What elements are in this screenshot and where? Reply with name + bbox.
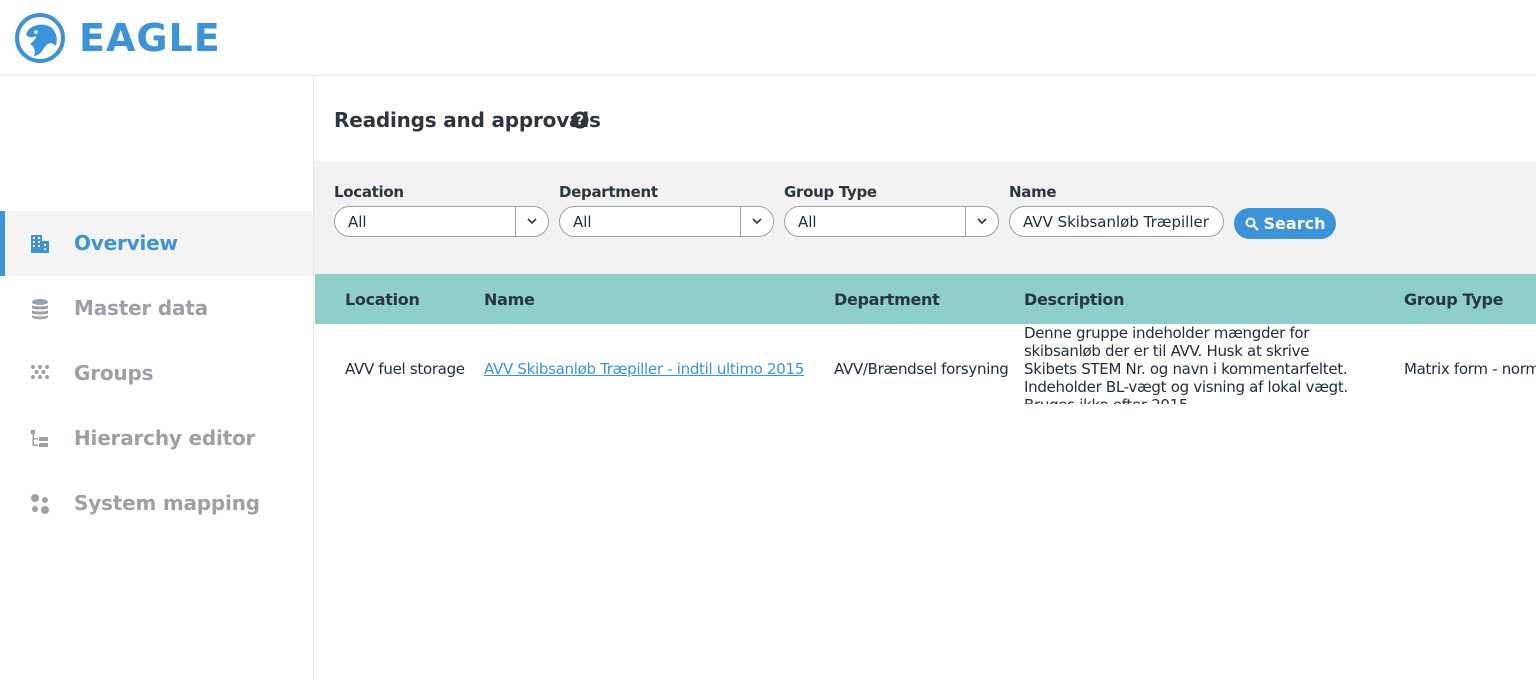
hierarchy-icon <box>31 430 48 447</box>
sidebar-item-overview[interactable]: Overview <box>0 211 313 276</box>
location-select-value: All <box>348 213 367 231</box>
results-table-container: Location Name Department Description Gro… <box>315 274 1536 404</box>
group-type-label: Group Type <box>784 183 877 201</box>
nodes-icon <box>31 494 49 514</box>
select-divider <box>740 207 741 236</box>
table-header-row: Location Name Department Description Gro… <box>315 274 1536 324</box>
department-select[interactable]: All <box>559 206 774 237</box>
cell-location: AVV fuel storage <box>345 360 465 378</box>
results-table: Location Name Department Description Gro… <box>315 274 1536 404</box>
column-header-name[interactable]: Name <box>454 274 804 324</box>
sidebar: Overview Master data Groups Hierarchy ed… <box>0 76 314 680</box>
cell-department: AVV/Brændsel forsyning <box>834 360 1009 378</box>
question-circle-icon[interactable]: ? <box>571 111 589 129</box>
cell-group-type: Matrix form - norm <box>1404 360 1536 378</box>
sidebar-item-label: Master data <box>74 296 208 320</box>
column-header-description[interactable]: Description <box>994 274 1374 324</box>
location-filter: Location All <box>334 183 549 237</box>
select-divider <box>515 207 516 236</box>
column-header-location[interactable]: Location <box>315 274 454 324</box>
group-type-select[interactable]: All <box>784 206 999 237</box>
sidebar-item-groups[interactable]: Groups <box>0 341 313 406</box>
location-select[interactable]: All <box>334 206 549 237</box>
department-label: Department <box>559 183 658 201</box>
group-type-filter: Group Type All <box>784 183 999 237</box>
search-button-label: Search <box>1263 214 1326 233</box>
department-select-value: All <box>573 213 592 231</box>
sidebar-item-hierarchy-editor[interactable]: Hierarchy editor <box>0 406 313 471</box>
sidebar-item-system-mapping[interactable]: System mapping <box>0 471 313 536</box>
page-title: Readings and approvals <box>334 108 601 132</box>
sidebar-item-label: Hierarchy editor <box>74 426 256 450</box>
building-icon <box>31 235 49 253</box>
svg-text:?: ? <box>576 114 584 129</box>
group-type-select-value: All <box>798 213 817 231</box>
search-button[interactable]: Search <box>1234 208 1336 239</box>
name-label: Name <box>1009 183 1057 201</box>
name-filter: Name <box>1009 183 1224 237</box>
database-icon <box>32 299 48 320</box>
column-header-group-type[interactable]: Group Type <box>1374 274 1536 324</box>
column-header-department[interactable]: Department <box>804 274 994 324</box>
logo-text: EAGLE <box>79 16 221 60</box>
sidebar-item-label: Overview <box>74 231 178 255</box>
filter-panel: Location All Department All Group Type A… <box>314 161 1536 274</box>
sidebar-item-label: System mapping <box>74 491 260 515</box>
search-icon <box>1245 217 1259 231</box>
logo[interactable]: EAGLE <box>14 12 221 64</box>
select-divider <box>965 207 966 236</box>
dots-grid-icon <box>31 365 49 379</box>
cell-description: Denne gruppe indeholder mængder for skib… <box>1024 324 1348 404</box>
main-content: Readings and approvals ? Location All De… <box>314 76 1536 680</box>
sidebar-item-master-data[interactable]: Master data <box>0 276 313 341</box>
table-row: AVV fuel storage AVV Skibsanløb Træpille… <box>315 324 1536 404</box>
cell-name: AVV Skibsanløb Træpiller - indtil ultimo… <box>454 324 804 404</box>
department-filter: Department All <box>559 183 774 237</box>
top-bar: EAGLE <box>0 0 1536 76</box>
chevron-down-icon <box>977 218 987 225</box>
chevron-down-icon <box>752 218 762 225</box>
chevron-down-icon <box>527 218 537 225</box>
group-name-link[interactable]: AVV Skibsanløb Træpiller - indtil ultimo… <box>484 360 804 378</box>
location-label: Location <box>334 183 404 201</box>
sidebar-item-label: Groups <box>74 361 154 385</box>
eagle-logo-icon <box>15 13 65 63</box>
name-input[interactable] <box>1009 206 1224 237</box>
